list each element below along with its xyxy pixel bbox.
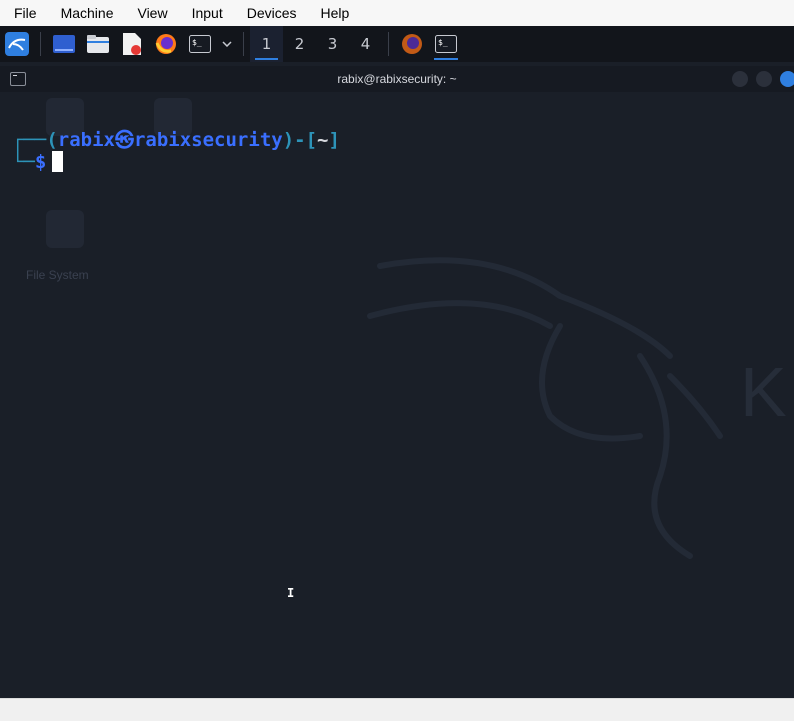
terminal-titlebar[interactable]: rabix@rabixsecurity: ~ <box>0 66 794 92</box>
show-desktop-button[interactable] <box>47 26 81 62</box>
menu-help[interactable]: Help <box>309 5 362 21</box>
host-status-strip <box>0 698 794 721</box>
prompt-line-2: └─$ <box>12 151 64 173</box>
close-button[interactable] <box>780 71 794 87</box>
text-cursor <box>52 151 64 172</box>
minimize-button[interactable] <box>732 71 748 87</box>
menu-devices[interactable]: Devices <box>235 5 309 21</box>
menu-input[interactable]: Input <box>180 5 235 21</box>
prompt-at-symbol: ㉿ <box>114 129 134 151</box>
prompt-dir: ~ <box>317 129 329 151</box>
file-manager-launcher[interactable] <box>81 26 115 62</box>
launcher-dropdown-button[interactable] <box>217 26 237 62</box>
workspace-2[interactable]: 2 <box>283 26 316 62</box>
firefox-icon <box>402 34 422 54</box>
prompt-line-1: ┌──(rabix㉿rabixsecurity)-[~] <box>12 125 340 152</box>
kali-menu-button[interactable] <box>0 26 34 62</box>
text-editor-icon <box>123 33 141 55</box>
terminal-icon: $_ <box>435 35 457 53</box>
top-panel: $_ 1 2 3 4 $_ <box>0 26 794 62</box>
file-manager-icon <box>87 35 109 53</box>
task-firefox[interactable] <box>395 26 429 62</box>
panel-separator <box>243 32 244 56</box>
prompt-mid: )-[ <box>282 129 318 151</box>
text-editor-launcher[interactable] <box>115 26 149 62</box>
workspace-3[interactable]: 3 <box>316 26 349 62</box>
task-terminal[interactable]: $_ <box>429 26 463 62</box>
terminal-launcher[interactable]: $_ <box>183 26 217 62</box>
panel-separator <box>40 32 41 56</box>
desktop-icon <box>53 35 75 53</box>
menu-machine[interactable]: Machine <box>49 5 126 21</box>
maximize-button[interactable] <box>756 71 772 87</box>
prompt-bottom-prefix: └─ <box>12 151 35 173</box>
prompt-close: ] <box>328 129 340 151</box>
menu-view[interactable]: View <box>125 5 179 21</box>
terminal-icon: $_ <box>189 35 211 53</box>
terminal-body[interactable]: ┌──(rabix㉿rabixsecurity)-[~] └─$ I <box>0 92 794 698</box>
prompt-host: rabixsecurity <box>133 129 283 151</box>
kali-menu-icon <box>5 32 29 56</box>
prompt-top-prefix: ┌──( <box>12 129 58 151</box>
chevron-down-icon <box>222 41 232 47</box>
prompt-dollar: $ <box>34 151 47 173</box>
terminal-window-icon <box>10 72 26 86</box>
firefox-icon <box>155 34 176 54</box>
workspace-4[interactable]: 4 <box>349 26 382 62</box>
mouse-ibeam-cursor-icon: I <box>287 586 295 600</box>
guest-screen: File System K $_ 1 2 3 4 $_ rabix@rabixs… <box>0 26 794 698</box>
svg-text:$_: $_ <box>438 38 448 47</box>
firefox-launcher[interactable] <box>149 26 183 62</box>
terminal-title: rabix@rabixsecurity: ~ <box>337 72 457 86</box>
workspace-1[interactable]: 1 <box>250 26 283 62</box>
panel-separator <box>388 32 389 56</box>
menu-file[interactable]: File <box>0 5 49 21</box>
host-menu-bar: File Machine View Input Devices Help <box>0 0 794 26</box>
prompt-user: rabix <box>57 129 115 151</box>
svg-text:$_: $_ <box>192 38 202 47</box>
